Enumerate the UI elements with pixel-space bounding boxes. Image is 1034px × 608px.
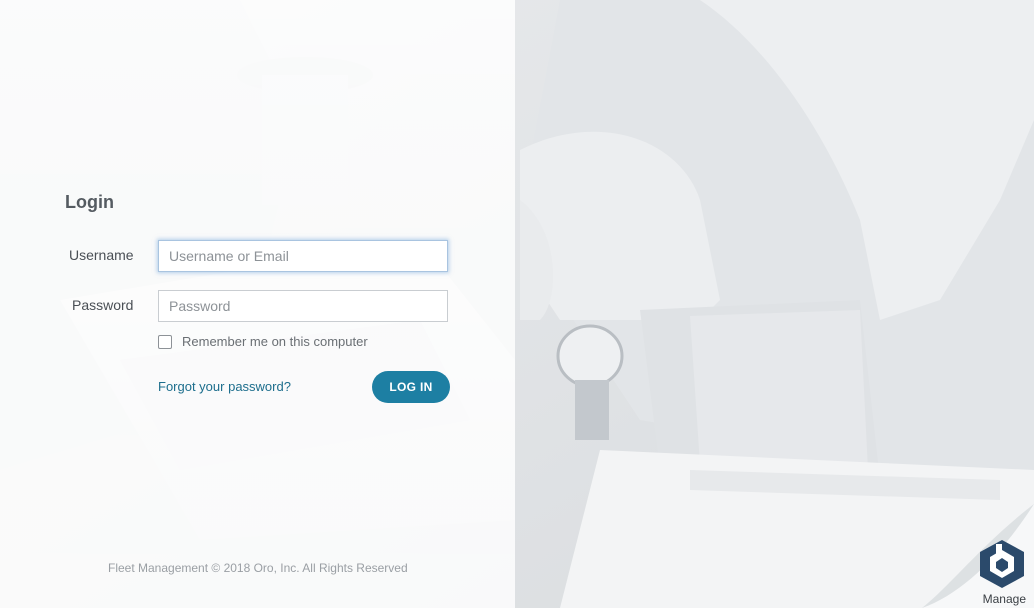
- forgot-password-link[interactable]: Forgot your password?: [158, 379, 291, 394]
- login-panel: Login Username Password Remember me on t…: [0, 0, 515, 608]
- login-title: Login: [65, 192, 114, 212]
- footer-copyright: Fleet Management © 2018 Oro, Inc. All Ri…: [108, 561, 408, 575]
- manage-widget[interactable]: Manage: [922, 504, 1034, 608]
- password-label: Password: [72, 297, 134, 313]
- log-in-button[interactable]: LOG IN: [372, 371, 450, 403]
- remember-me-label: Remember me on this computer: [182, 333, 368, 349]
- password-input[interactable]: [158, 290, 448, 322]
- remember-me-option[interactable]: Remember me on this computer: [158, 333, 368, 349]
- remember-me-checkbox[interactable]: [158, 335, 172, 349]
- username-input[interactable]: [158, 240, 448, 272]
- username-label: Username: [69, 247, 134, 263]
- manage-label: Manage: [982, 592, 1026, 606]
